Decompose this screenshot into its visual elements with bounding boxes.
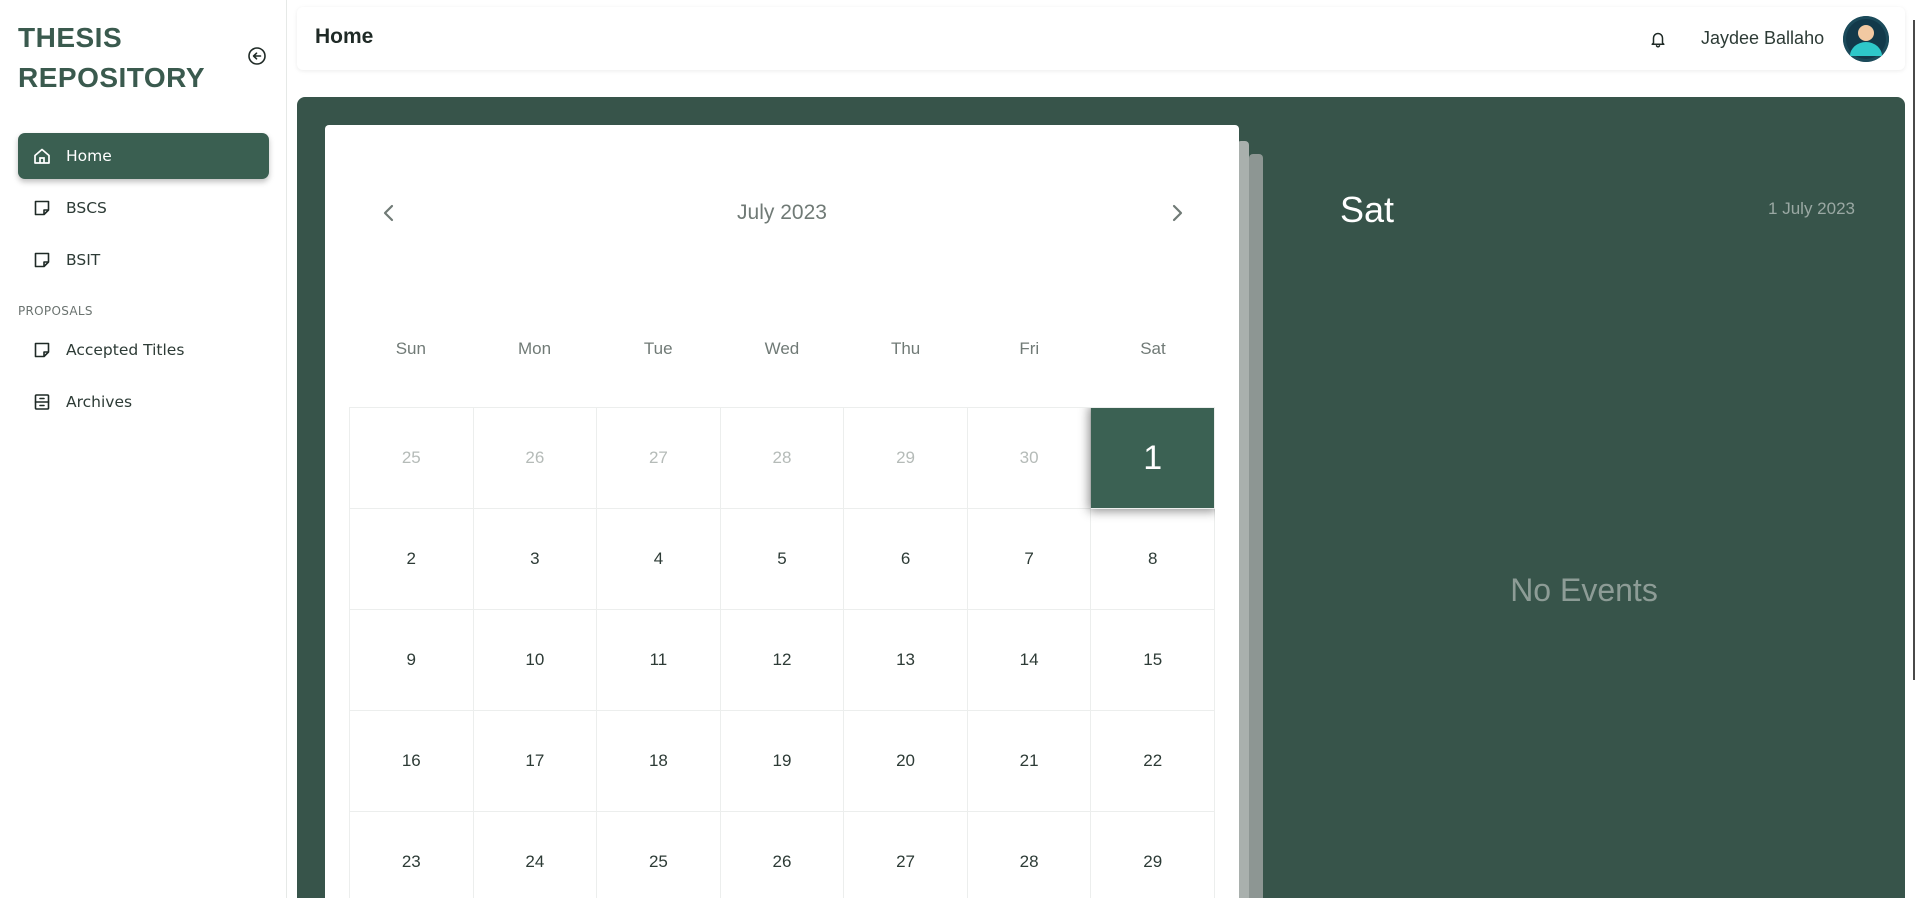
circle-arrow-left-icon bbox=[248, 47, 266, 65]
calendar-day[interactable]: 26 bbox=[721, 812, 845, 898]
calendar-day[interactable]: 3 bbox=[473, 509, 598, 610]
calendar-day[interactable]: 7 bbox=[967, 509, 1092, 610]
calendar-day[interactable]: 5 bbox=[720, 509, 845, 610]
scrollbar-thumb[interactable] bbox=[1913, 20, 1915, 680]
user-name[interactable]: Jaydee Ballaho bbox=[1701, 28, 1824, 49]
calendar-day[interactable]: 2 bbox=[350, 509, 474, 610]
no-events-message: No Events bbox=[1510, 572, 1658, 608]
notifications-button[interactable] bbox=[1648, 29, 1668, 49]
calendar-day[interactable]: 24 bbox=[474, 812, 598, 898]
calendar-day[interactable]: 25 bbox=[597, 812, 721, 898]
weekday-label: Sun bbox=[395, 339, 426, 358]
calendar-day-selected[interactable]: 1 bbox=[1091, 408, 1215, 509]
sidebar-item-label: Accepted Titles bbox=[66, 341, 185, 359]
weekday-label: Fri bbox=[1019, 339, 1040, 358]
weekday-label: Mon bbox=[517, 339, 552, 358]
calendar-day[interactable]: 6 bbox=[844, 509, 968, 610]
chevron-right-icon bbox=[1172, 204, 1183, 222]
calendar-day[interactable]: 9 bbox=[350, 610, 474, 711]
selected-day-name: Sat bbox=[1340, 189, 1395, 230]
sidebar-item-bsit[interactable]: BSIT bbox=[18, 237, 269, 283]
bell-icon bbox=[1651, 32, 1665, 48]
calendar-grid: 25 26 27 28 29 30 1 2 3 4 5 6 7 8 9 10 11 12 13 14 15 16 17 18 1… bbox=[349, 407, 1215, 898]
weekday-header: Sun Mon Tue Wed Thu Fri Sat bbox=[349, 339, 1215, 359]
note-icon bbox=[32, 340, 52, 360]
app-brand: THESIS REPOSITORY bbox=[18, 18, 228, 98]
calendar-day[interactable]: 18 bbox=[597, 711, 721, 812]
calendar-day[interactable]: 30 bbox=[967, 408, 1092, 509]
calendar-day[interactable]: 29 bbox=[1091, 812, 1215, 898]
calendar-day[interactable]: 19 bbox=[720, 711, 845, 812]
brand-line-1: THESIS bbox=[18, 22, 123, 53]
calendar-day[interactable]: 23 bbox=[350, 812, 474, 898]
calendar-day[interactable]: 15 bbox=[1091, 610, 1215, 711]
avatar[interactable] bbox=[1843, 16, 1889, 62]
calendar-stack-layer bbox=[1249, 154, 1263, 898]
calendar-day[interactable]: 16 bbox=[350, 711, 474, 812]
top-bar: Home Jaydee Ballaho bbox=[297, 7, 1905, 70]
weekday-label: Tue bbox=[643, 339, 673, 358]
sidebar: THESIS REPOSITORY Home BSCS BSIT PROPOSA… bbox=[0, 0, 287, 898]
calendar-day[interactable]: 28 bbox=[968, 812, 1092, 898]
calendar-day[interactable]: 11 bbox=[597, 610, 721, 711]
note-icon bbox=[32, 250, 52, 270]
sidebar-item-label: BSCS bbox=[66, 199, 107, 217]
sidebar-item-archives[interactable]: Archives bbox=[18, 379, 269, 425]
calendar-day[interactable]: 29 bbox=[844, 408, 968, 509]
calendar-day[interactable]: 10 bbox=[473, 610, 598, 711]
weekday-label: Sat bbox=[1140, 339, 1166, 358]
next-month-button[interactable] bbox=[1161, 197, 1193, 229]
calendar-day[interactable]: 4 bbox=[597, 509, 721, 610]
page-title: Home bbox=[315, 25, 374, 48]
sidebar-item-accepted-titles[interactable]: Accepted Titles bbox=[18, 327, 269, 373]
calendar-day[interactable]: 25 bbox=[350, 408, 474, 509]
calendar-day[interactable]: 17 bbox=[473, 711, 598, 812]
section-label-proposals: PROPOSALS bbox=[18, 304, 93, 318]
brand-line-2: REPOSITORY bbox=[18, 62, 206, 93]
user-avatar-icon bbox=[1843, 16, 1889, 62]
calendar: July 2023 Sun Mon Tue Wed Thu Fri Sat 25 26 27 28… bbox=[325, 125, 1239, 898]
calendar-day[interactable]: 12 bbox=[720, 610, 845, 711]
month-label: July 2023 bbox=[737, 201, 827, 224]
sidebar-item-label: Archives bbox=[66, 393, 133, 411]
selected-date: 1 July 2023 bbox=[1768, 199, 1855, 218]
calendar-day[interactable]: 27 bbox=[844, 812, 968, 898]
calendar-day[interactable]: 14 bbox=[967, 610, 1092, 711]
collapse-sidebar-button[interactable] bbox=[245, 44, 269, 68]
calendar-day[interactable]: 8 bbox=[1091, 509, 1215, 610]
sidebar-item-label: BSIT bbox=[66, 251, 101, 269]
calendar-day[interactable]: 27 bbox=[597, 408, 721, 509]
main-panel: July 2023 Sun Mon Tue Wed Thu Fri Sat 25 26 27 28… bbox=[297, 97, 1905, 898]
sidebar-item-label: Home bbox=[66, 147, 112, 165]
note-icon bbox=[32, 198, 52, 218]
weekday-label: Thu bbox=[890, 339, 921, 358]
calendar-day[interactable]: 21 bbox=[967, 711, 1092, 812]
sidebar-item-bscs[interactable]: BSCS bbox=[18, 185, 269, 231]
home-icon bbox=[32, 146, 52, 166]
calendar-day[interactable]: 28 bbox=[720, 408, 845, 509]
calendar-day[interactable]: 22 bbox=[1091, 711, 1215, 812]
sidebar-item-home[interactable]: Home bbox=[18, 133, 269, 179]
weekday-label: Wed bbox=[764, 339, 800, 358]
calendar-day[interactable]: 20 bbox=[844, 711, 968, 812]
calendar-day[interactable]: 26 bbox=[473, 408, 598, 509]
archive-icon bbox=[32, 392, 52, 412]
calendar-day[interactable]: 13 bbox=[844, 610, 968, 711]
